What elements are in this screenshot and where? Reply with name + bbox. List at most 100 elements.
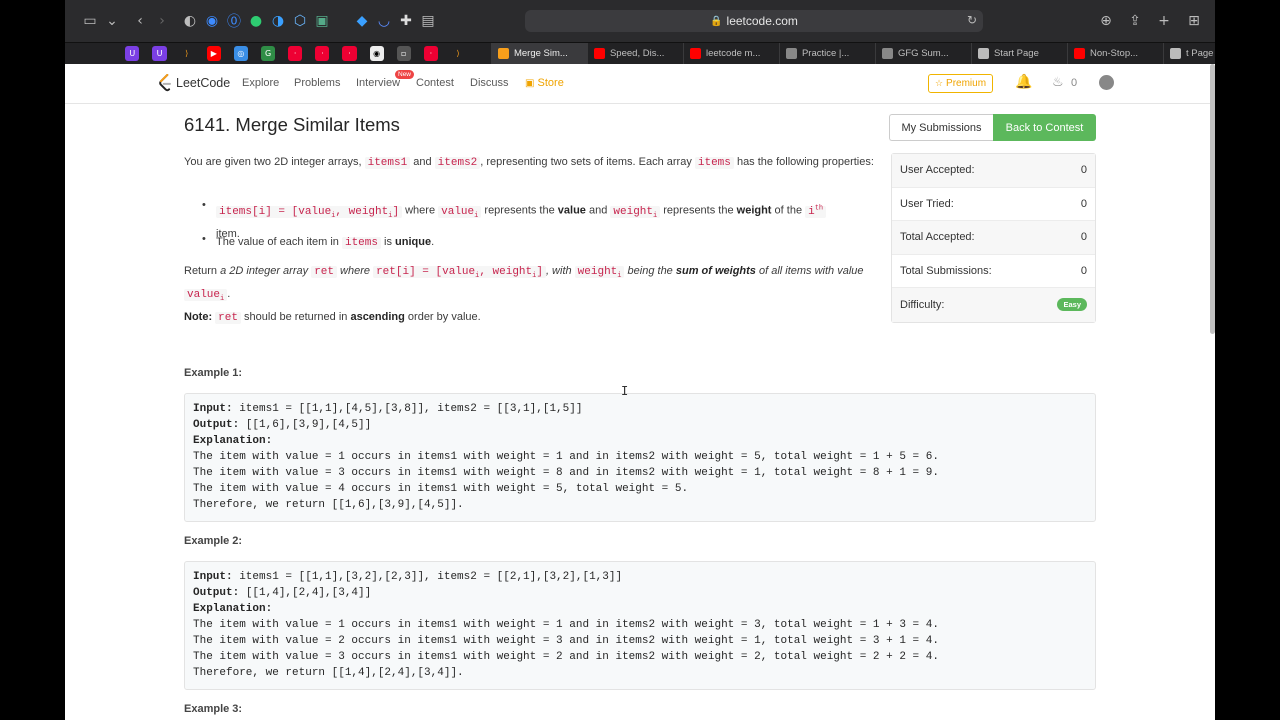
note: Note: ret should be returned in ascendin… <box>184 311 481 324</box>
logo-text: LeetCode <box>176 76 231 90</box>
browser-tab[interactable]: leetcode m... <box>682 42 779 65</box>
extension-icon[interactable]: ▣ <box>311 10 333 32</box>
explanation-line: Therefore, we return [[1,6],[3,9],[4,5]]… <box>193 499 464 511</box>
browser-tab[interactable]: Speed, Dis... <box>586 42 683 65</box>
download-icon[interactable]: ⊕ <box>1095 10 1117 32</box>
nav-discuss[interactable]: Discuss <box>470 77 509 89</box>
tab-bar: U U ⟩ ▶ ◎ G · · · ◉ ▫ · ⟩ Merge Sim... Sp… <box>65 42 1215 65</box>
new-tab-icon[interactable]: + <box>1153 10 1175 32</box>
youtube-icon[interactable]: ▶ <box>206 46 221 61</box>
reader-icon[interactable]: ▤ <box>417 10 439 32</box>
stat-difficulty: Difficulty: Easy <box>892 288 1095 322</box>
avatar-icon[interactable] <box>1099 75 1114 90</box>
browser-tab[interactable]: Non-Stop... <box>1066 42 1163 65</box>
bookmark-icon[interactable]: ◎ <box>233 46 248 61</box>
code-items2: items2 <box>434 157 481 169</box>
explanation-line: The item with value = 3 occurs in items1… <box>193 467 939 479</box>
fire-count: 0 <box>1071 77 1078 89</box>
tab-label: Practice |... <box>801 48 850 59</box>
page-scrollbar[interactable] <box>1210 64 1215 334</box>
bookmark-icon[interactable]: · <box>315 46 330 61</box>
bookmark-icon[interactable]: U <box>125 46 140 61</box>
extension-icon[interactable]: ● <box>245 10 267 32</box>
explanation-line: The item with value = 4 occurs in items1… <box>193 483 689 495</box>
extension-icon[interactable]: ◑ <box>267 10 289 32</box>
tab-overview-icon[interactable]: ⊞ <box>1183 10 1205 32</box>
share-icon[interactable]: ⇪ <box>1124 10 1146 32</box>
browser-window: ▭ ⌄ ‹ › ◐ ◉ ⓪ ● ◑ ⬡ ▣ ◆ ◡ ✚ ▤ 🔒 leetcode… <box>65 0 1215 720</box>
nav-problems[interactable]: Problems <box>294 77 340 89</box>
address-bar[interactable]: 🔒 leetcode.com ↻ <box>525 10 983 32</box>
problem-description: You are given two 2D integer arrays, ite… <box>184 156 874 169</box>
extension-icon[interactable]: ◉ <box>201 10 223 32</box>
bell-icon[interactable]: 🔔 <box>1015 74 1032 90</box>
tab-favicon-icon <box>977 48 989 59</box>
sidebar-toggle-icon[interactable]: ▭ <box>79 10 101 32</box>
browser-tab[interactable]: Merge Sim... <box>490 42 587 65</box>
fire-icon[interactable]: ♨ <box>1052 75 1064 90</box>
leetcode-icon[interactable]: ⟩ <box>451 46 465 61</box>
stat-user-accepted: User Accepted: 0 <box>892 154 1095 188</box>
explanation-line: Therefore, we return [[1,4],[2,4],[3,4]]… <box>193 667 464 679</box>
extension-icon[interactable]: ⬡ <box>289 10 311 32</box>
nav-explore[interactable]: Explore <box>242 77 279 89</box>
back-to-contest-button[interactable]: Back to Contest <box>993 114 1096 141</box>
tab-favicon-icon <box>881 48 893 59</box>
site-nav: LeetCode Explore Problems Interview New … <box>65 64 1215 104</box>
code-items: items <box>694 157 734 169</box>
apple-icon[interactable] <box>98 46 112 61</box>
example-2-block: Input: items1 = [[1,1],[3,2],[2,3]], ite… <box>184 561 1096 690</box>
stat-user-tried: User Tried: 0 <box>892 188 1095 221</box>
premium-button[interactable]: ☆ Premium <box>928 74 993 93</box>
difficulty-badge: Easy <box>1057 298 1087 312</box>
bullet-icon: • <box>202 233 206 245</box>
explanation-line: The item with value = 1 occurs in items1… <box>193 451 939 463</box>
return-description: Return a 2D integer array ret where ret[… <box>184 265 864 304</box>
tab-label: Speed, Dis... <box>609 48 665 59</box>
reload-icon[interactable]: ↻ <box>967 13 977 27</box>
back-icon[interactable]: ‹ <box>129 10 151 32</box>
store-label: Store <box>537 77 564 89</box>
bookmark-icon[interactable]: · <box>423 46 438 61</box>
browser-tab[interactable]: Start Page <box>970 42 1067 65</box>
tab-favicon-icon <box>497 48 509 59</box>
github-icon[interactable]: ◉ <box>369 46 384 61</box>
explanation-line: The item with value = 1 occurs in items1… <box>193 619 939 631</box>
bookmark-icon[interactable]: · <box>288 46 303 61</box>
bullet-icon: • <box>202 199 206 211</box>
stat-total-submissions: Total Submissions: 0 <box>892 255 1095 288</box>
tab-favicon-icon <box>1169 48 1181 59</box>
browser-tab[interactable]: GFG Sum... <box>874 42 971 65</box>
bookmark-icon[interactable]: ▫ <box>396 46 411 61</box>
chevron-down-icon[interactable]: ⌄ <box>101 10 123 32</box>
tab-label: Non-Stop... <box>1089 48 1139 59</box>
tab-favicon-icon <box>689 48 701 59</box>
store-icon: ▣ <box>525 78 535 89</box>
explanation-line: The item with value = 2 occurs in items1… <box>193 635 939 647</box>
tab-label: GFG Sum... <box>897 48 949 59</box>
nav-contest[interactable]: Contest <box>416 77 454 89</box>
extension-icon[interactable]: ⓪ <box>223 10 245 32</box>
extension-icon[interactable]: ✚ <box>395 10 417 32</box>
browser-tab[interactable]: Practice |... <box>778 42 875 65</box>
my-submissions-button[interactable]: My Submissions <box>889 114 993 141</box>
tab-favicon-icon <box>593 48 605 59</box>
gfg-icon[interactable]: G <box>260 46 276 61</box>
browser-tab[interactable]: t Page <box>1162 42 1215 65</box>
shield-icon[interactable]: ◐ <box>179 10 201 32</box>
premium-label: Premium <box>946 78 987 89</box>
tab-label: t Page <box>1185 48 1214 59</box>
bookmark-icon[interactable]: · <box>342 46 357 61</box>
tab-favicon-icon <box>1073 48 1085 59</box>
nav-interview[interactable]: Interview <box>356 77 400 89</box>
extension-icon[interactable]: ◆ <box>351 10 373 32</box>
explanation-line: The item with value = 3 occurs in items1… <box>193 651 939 663</box>
leetcode-logo[interactable]: LeetCode <box>159 74 230 92</box>
pocket-icon[interactable]: ◡ <box>373 10 395 32</box>
nav-store[interactable]: ▣ Store <box>525 77 564 89</box>
bookmark-icon[interactable]: U <box>152 46 167 61</box>
example-2-title: Example 2: <box>184 535 243 547</box>
apple-icon[interactable] <box>71 46 85 61</box>
leetcode-icon[interactable]: ⟩ <box>180 46 194 61</box>
forward-icon[interactable]: › <box>151 10 173 32</box>
